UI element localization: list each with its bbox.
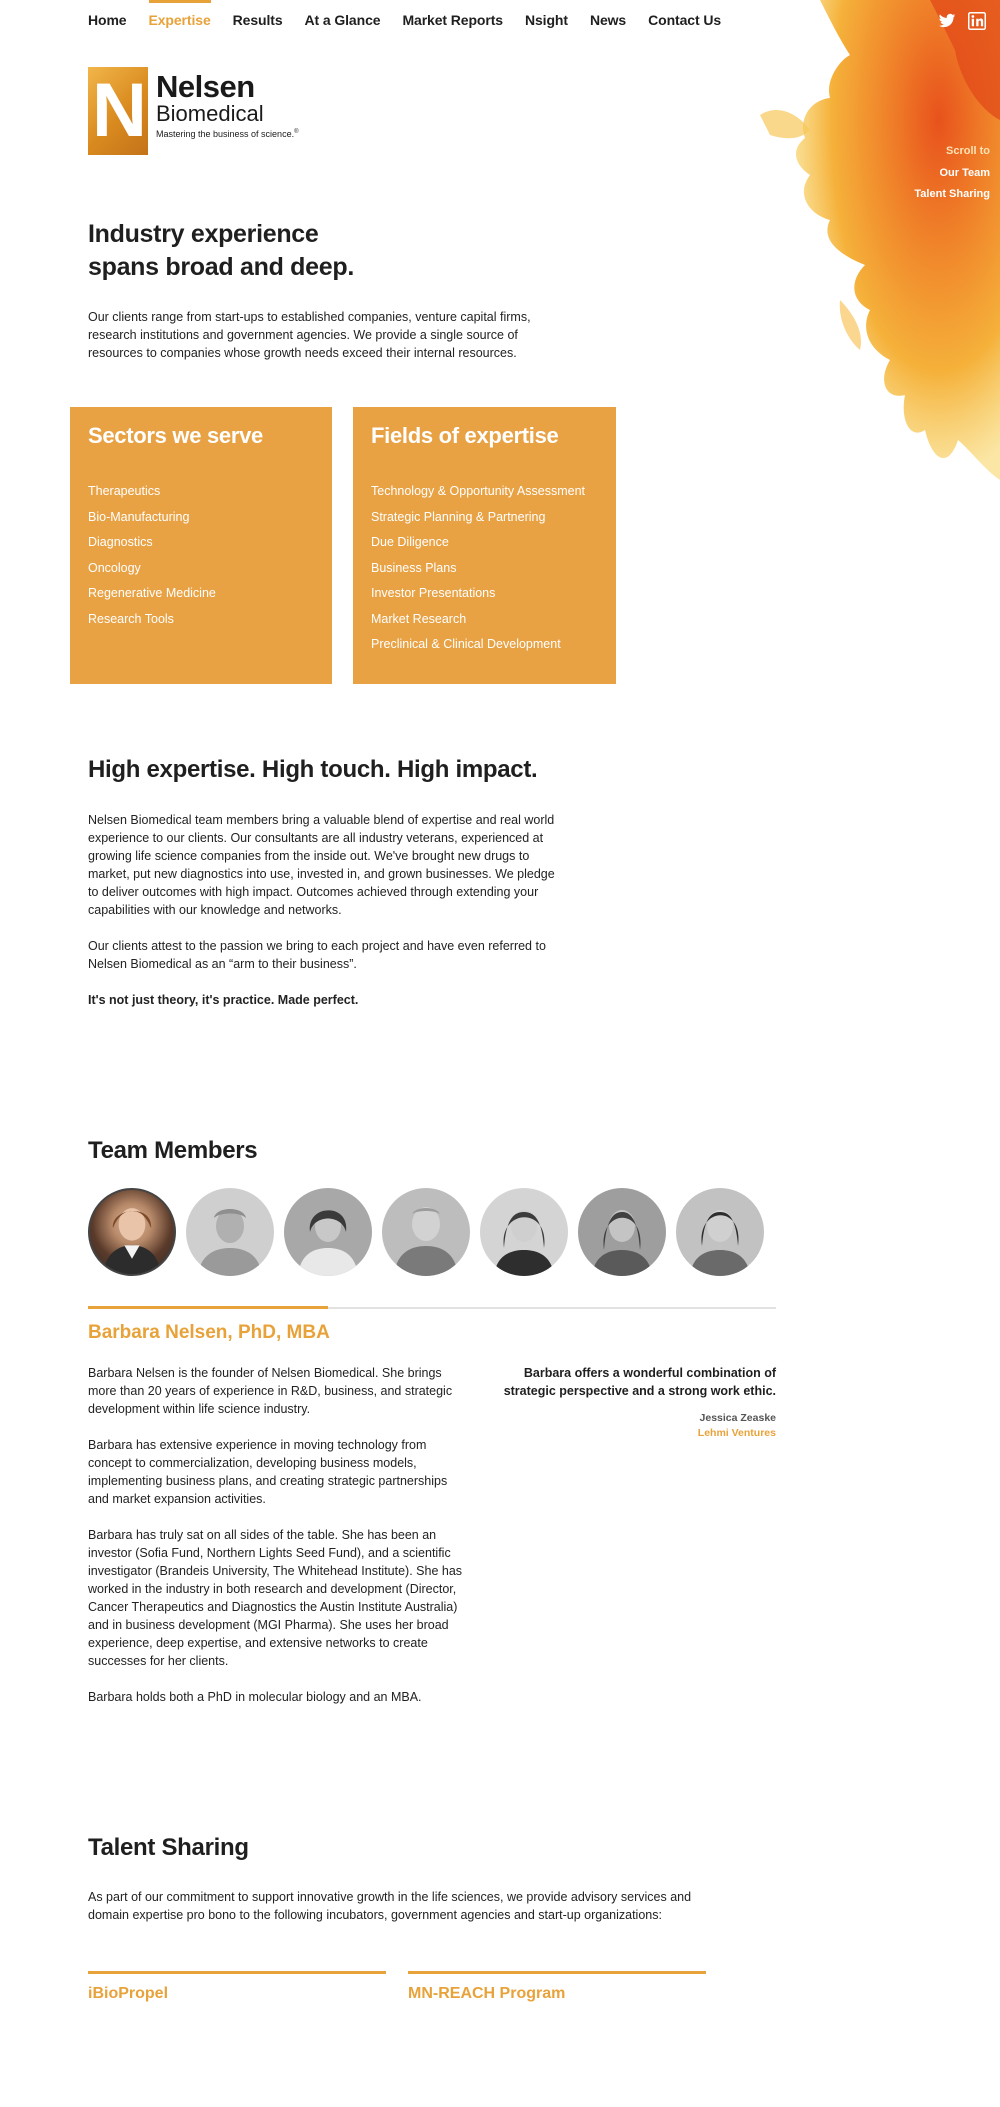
field-item: Technology & Opportunity Assessment (371, 484, 586, 498)
linkedin-icon[interactable] (968, 12, 986, 30)
member-quote: Barbara offers a wonderful combination o… (480, 1364, 776, 1439)
talent-org-label: iBioPropel (88, 1985, 169, 2002)
sector-item: Research Tools (88, 611, 174, 626)
scroll-to-talent-sharing[interactable]: Talent Sharing (914, 188, 990, 200)
logo-tagline: Mastering the business of science.® (156, 129, 299, 139)
top-nav: Home Expertise Results At a Glance Marke… (88, 0, 743, 42)
avatar-member-3[interactable] (284, 1188, 372, 1276)
nav-contact-us[interactable]: Contact Us (648, 0, 721, 42)
sector-item: Bio-Manufacturing (88, 509, 190, 524)
nav-results[interactable]: Results (233, 0, 283, 42)
logo-sub: Biomedical (156, 101, 264, 126)
impact-section: High expertise. High touch. High impact. (88, 756, 688, 784)
talent-org-label: MN-REACH Program (408, 1985, 566, 2002)
avatar-member-6[interactable] (578, 1188, 666, 1276)
member-bio-paragraph: Barbara holds both a PhD in molecular bi… (88, 1690, 422, 1704)
field-item: Business Plans (371, 560, 457, 575)
field-item: Investor Presentations (371, 586, 496, 600)
quote-org: Lehmi Ventures (697, 1427, 776, 1439)
field-item: Due Diligence (371, 535, 449, 549)
quote-author: Jessica Zeaske (699, 1412, 776, 1424)
field-item: Market Research (371, 611, 467, 626)
team-divider (88, 1306, 776, 1309)
fields-list: Technology & Opportunity Assessment Stra… (371, 479, 598, 658)
impact-heading: High expertise. High touch. High impact. (88, 756, 538, 783)
logo-name: Nelsen (156, 69, 255, 104)
quote-text: Barbara offers a wonderful combination o… (503, 1366, 776, 1398)
talent-heading: Talent Sharing (88, 1834, 249, 1861)
avatar-member-2[interactable] (186, 1188, 274, 1276)
logo[interactable]: N Nelsen Biomedical Mastering the busine… (88, 67, 299, 155)
fields-title: Fields of expertise (371, 423, 559, 448)
intro-heading: Industry experience spans broad and deep. (88, 220, 354, 281)
nav-news[interactable]: News (590, 0, 626, 42)
logo-mark: N (88, 67, 148, 155)
intro-section: Industry experience spans broad and deep. (88, 218, 788, 284)
team-section: Team Members (88, 1137, 788, 1165)
field-item: Strategic Planning & Partnering (371, 509, 546, 524)
member-name: Barbara Nelsen, PhD, MBA (88, 1322, 330, 1343)
talent-org-ibiopropel[interactable]: iBioPropel (88, 1971, 386, 2003)
twitter-icon[interactable] (938, 12, 956, 30)
sector-item: Oncology (88, 560, 141, 575)
team-avatars (88, 1188, 764, 1276)
nav-expertise[interactable]: Expertise (148, 0, 211, 42)
nav-home[interactable]: Home (88, 0, 127, 42)
nav-market-reports[interactable]: Market Reports (402, 0, 503, 42)
impact-paragraph-2: Our clients attest to the passion we bri… (88, 939, 546, 971)
sectors-list: Therapeutics Bio-Manufacturing Diagnosti… (88, 479, 314, 632)
team-divider-active (88, 1306, 328, 1309)
scroll-to-our-team[interactable]: Our Team (914, 167, 990, 179)
intro-text: Our clients range from start-ups to esta… (88, 310, 531, 360)
avatar-member-5[interactable] (480, 1188, 568, 1276)
social-links (938, 12, 986, 30)
member-bio-paragraph: Barbara Nelsen is the founder of Nelsen … (88, 1366, 453, 1416)
member-bio: Barbara Nelsen is the founder of Nelsen … (88, 1364, 468, 1706)
nav-nsight[interactable]: Nsight (525, 0, 568, 42)
impact-paragraph-1: Nelsen Biomedical team members bring a v… (88, 813, 555, 917)
avatar-barbara-nelsen[interactable] (88, 1188, 176, 1276)
team-heading: Team Members (88, 1137, 258, 1164)
talent-section: Talent Sharing (88, 1834, 788, 1862)
member-bio-paragraph: Barbara has truly sat on all sides of th… (88, 1528, 463, 1668)
avatar-member-4[interactable] (382, 1188, 470, 1276)
fields-box: Fields of expertise Technology & Opportu… (353, 407, 616, 684)
avatar-member-7[interactable] (676, 1188, 764, 1276)
scroll-to-menu: Scroll to Our Team Talent Sharing (914, 145, 990, 209)
scroll-to-label: Scroll to (945, 145, 990, 157)
sector-item: Diagnostics (88, 535, 153, 549)
member-bio-paragraph: Barbara has extensive experience in movi… (88, 1438, 448, 1506)
talent-text: As part of our commitment to support inn… (88, 1890, 692, 1922)
talent-org-mn-reach[interactable]: MN-REACH Program (408, 1971, 706, 2003)
nav-at-a-glance[interactable]: At a Glance (305, 0, 381, 42)
sector-item: Regenerative Medicine (88, 586, 216, 600)
sectors-title: Sectors we serve (88, 423, 263, 448)
sector-item: Therapeutics (88, 484, 161, 498)
impact-tagline: It's not just theory, it's practice. Mad… (88, 993, 359, 1007)
field-item: Preclinical & Clinical Development (371, 637, 561, 651)
sectors-box: Sectors we serve Therapeutics Bio-Manufa… (70, 407, 332, 684)
